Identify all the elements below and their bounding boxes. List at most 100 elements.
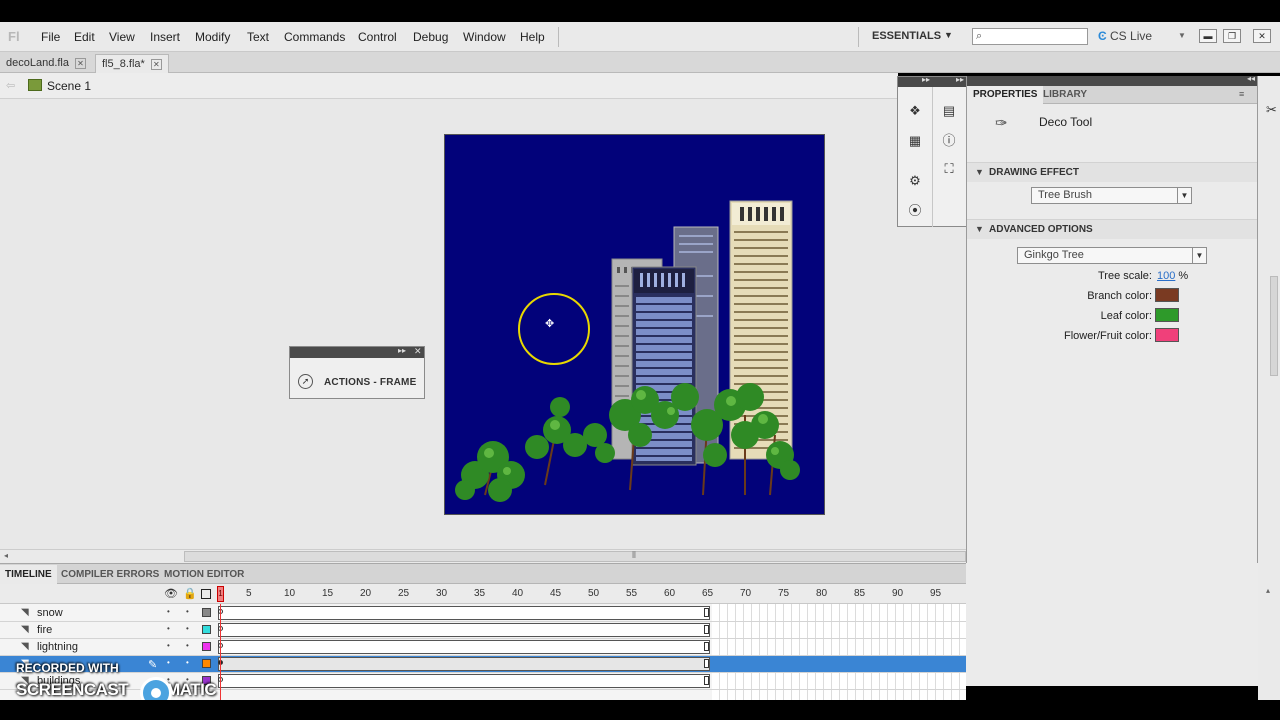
transform-icon[interactable]: ⛶ (938, 159, 960, 179)
visibility-dot[interactable]: • (167, 658, 170, 667)
pencil-icon[interactable]: ✎ (148, 658, 157, 671)
layer-name[interactable]: snow (37, 607, 63, 619)
maximize-button[interactable]: ❐ (1223, 29, 1241, 43)
menu-text[interactable]: Text (247, 30, 269, 44)
tree-scale-value[interactable]: 100 (1157, 270, 1175, 282)
close-icon[interactable]: ✕ (75, 58, 86, 69)
panel-scrollbar[interactable] (1270, 276, 1278, 376)
drawing-effect-section[interactable]: ▼ DRAWING EFFECT (967, 162, 1257, 182)
drawing-effect-select[interactable]: Tree Brush ▼ (1031, 187, 1192, 204)
scroll-left-icon[interactable]: ◂ (4, 551, 8, 560)
branch-color-swatch[interactable] (1155, 288, 1179, 302)
frame-span[interactable] (218, 606, 710, 620)
menu-insert[interactable]: Insert (150, 30, 180, 44)
back-arrow-icon[interactable]: ⇦ (6, 79, 15, 92)
align-icon[interactable]: ▤ (938, 101, 960, 121)
visibility-dot[interactable]: • (167, 641, 170, 650)
chevron-down-icon[interactable]: ▼ (1178, 31, 1186, 40)
collapse-icon[interactable]: ▸▸ (398, 346, 406, 355)
close-button[interactable]: ✕ (1253, 29, 1271, 43)
visibility-dot[interactable]: • (167, 624, 170, 633)
frame-end[interactable] (704, 625, 709, 634)
lock-dot[interactable]: • (186, 607, 189, 616)
visibility-dot[interactable]: • (167, 607, 170, 616)
menu-control[interactable]: Control (358, 30, 397, 44)
scene-label[interactable]: Scene 1 (47, 79, 91, 93)
collapse-icon[interactable]: ▸▸ (922, 75, 930, 84)
close-icon[interactable]: ✕ (150, 59, 162, 70)
frame-span[interactable] (218, 657, 710, 671)
tab-properties[interactable]: PROPERTIES (967, 86, 1044, 104)
frame-end[interactable] (704, 676, 709, 685)
menu-view[interactable]: View (109, 30, 135, 44)
scroll-up-icon[interactable]: ▴ (1266, 586, 1270, 595)
menu-file[interactable]: File (41, 30, 60, 44)
layer-row[interactable]: ◥ fire • • (0, 622, 966, 639)
tab-decoland[interactable]: decoLand.fla ✕ (0, 54, 92, 73)
tools-icon[interactable]: ✂ (1266, 102, 1277, 118)
stage-horizontal-scrollbar[interactable]: ◂ ⦀ (0, 549, 966, 563)
minimize-button[interactable]: ▬ (1199, 29, 1217, 43)
tab-fl5-8[interactable]: fl5_8.fla* ✕ (95, 54, 169, 73)
workspace-switcher[interactable]: ESSENTIALS (872, 30, 941, 42)
swatches-icon[interactable]: ▦ (904, 131, 926, 151)
lock-dot[interactable]: • (186, 624, 189, 633)
close-icon[interactable]: ✕ (414, 346, 422, 357)
tab-motion-editor[interactable]: MOTION EDITOR (159, 565, 249, 584)
menu-debug[interactable]: Debug (413, 30, 448, 44)
frame-end[interactable] (704, 642, 709, 651)
tree-type-select[interactable]: Ginkgo Tree ▼ (1017, 247, 1207, 264)
layer-row-selected[interactable]: ◥ ✎ • • (0, 656, 966, 673)
panel-header[interactable]: ▸▸ ✕ (290, 346, 424, 358)
layer-name[interactable]: lightning (37, 641, 78, 653)
expand-triangle-icon[interactable]: ▼ (975, 224, 984, 234)
motion-presets-icon[interactable]: ⦿ (904, 201, 926, 221)
collapse-icon[interactable]: ▸▸ (956, 75, 964, 84)
scrollbar-thumb[interactable] (184, 551, 966, 562)
menu-window[interactable]: Window (463, 30, 506, 44)
frame-span[interactable] (218, 640, 710, 654)
tab-library[interactable]: LIBRARY (1037, 86, 1093, 104)
playhead[interactable]: 1 (217, 586, 224, 602)
layer-name[interactable]: fire (37, 624, 52, 636)
advanced-options-section[interactable]: ▼ ADVANCED OPTIONS (967, 219, 1257, 239)
tab-timeline[interactable]: TIMELINE (0, 565, 57, 584)
components-icon[interactable]: ⚙ (904, 171, 926, 191)
tree-scale-field[interactable]: 100 % (1157, 270, 1188, 282)
collapse-icon[interactable]: ◂◂ (1247, 74, 1255, 83)
color-icon[interactable]: ❖ (904, 101, 926, 121)
layer-outline-color[interactable] (202, 659, 211, 668)
eye-icon[interactable]: 👁 (164, 587, 178, 600)
frame-end[interactable] (704, 608, 709, 617)
layer-row[interactable]: ◥ snow • • (0, 605, 966, 622)
panel-header[interactable]: ▸▸ ▸▸ (898, 75, 966, 87)
info-icon[interactable]: ⓘ (938, 131, 960, 151)
frame-span[interactable] (218, 674, 710, 688)
layer-outline-color[interactable] (202, 625, 211, 634)
menu-help[interactable]: Help (520, 30, 545, 44)
panel-menu-icon[interactable]: ≡ (1239, 89, 1244, 99)
actions-frame-panel[interactable]: ▸▸ ✕ ➚ ACTIONS - FRAME (289, 346, 425, 399)
cs-live-button[interactable]: Ͼ CS Live (1098, 29, 1152, 43)
menu-edit[interactable]: Edit (74, 30, 95, 44)
layer-row[interactable]: ◥ lightning • • (0, 639, 966, 656)
actions-frame-label[interactable]: ACTIONS - FRAME (324, 377, 416, 388)
search-input[interactable]: ⌕ (972, 28, 1088, 45)
timeline-vertical-scrollbar[interactable]: ▴ (1258, 584, 1280, 700)
frame-span[interactable] (218, 623, 710, 637)
flower-color-swatch[interactable] (1155, 328, 1179, 342)
stage[interactable] (444, 134, 825, 515)
outline-icon[interactable] (201, 589, 211, 599)
frame-end[interactable] (704, 659, 709, 668)
layer-outline-color[interactable] (202, 608, 211, 617)
expand-triangle-icon[interactable]: ▼ (975, 167, 984, 177)
layer-outline-color[interactable] (202, 642, 211, 651)
chevron-down-icon[interactable]: ▼ (944, 30, 953, 40)
menu-commands[interactable]: Commands (284, 30, 345, 44)
lock-icon[interactable]: 🔒 (183, 587, 197, 600)
lock-dot[interactable]: • (186, 641, 189, 650)
tab-compiler-errors[interactable]: COMPILER ERRORS (56, 565, 164, 584)
leaf-color-swatch[interactable] (1155, 308, 1179, 322)
panel-header[interactable]: ◂◂ (967, 74, 1257, 86)
lock-dot[interactable]: • (186, 658, 189, 667)
